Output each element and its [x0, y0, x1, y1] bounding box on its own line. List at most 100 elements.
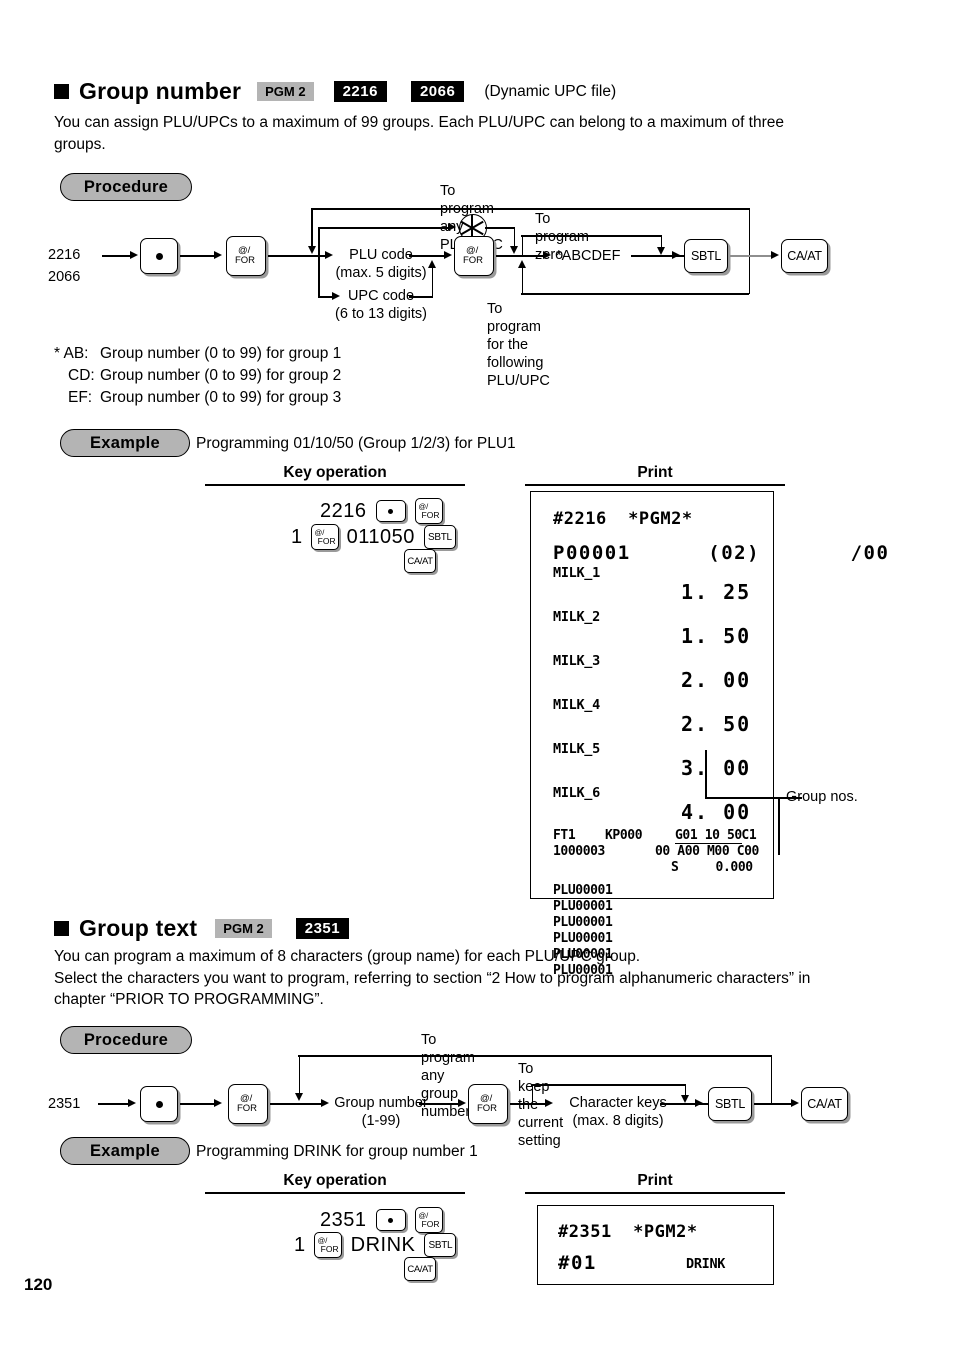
flow1-key-caat: CA/AT: [781, 239, 828, 273]
code-tag-2066: 2066: [410, 81, 465, 102]
receipt1-item-price-0: 1. 25: [681, 580, 752, 604]
legend-text-cd: Group number (0 to 99) for group 2: [100, 367, 342, 384]
callout-group-nos: Group nos.: [786, 789, 858, 805]
keyop1-key-at-for-1: @/ FOR: [414, 498, 443, 524]
receipt1-ft-left: FT1 KP000: [553, 828, 643, 843]
keyop1-code: 2216: [320, 499, 367, 522]
example-text-1: Programming 01/10/50 (Group 1/2/3) for P…: [196, 435, 516, 452]
col-header-keyop-2: Key operation: [283, 1172, 387, 1189]
receipt1-item-price-5: 4. 00: [681, 800, 752, 824]
receipt1-plu-repeat-0: PLU00001: [553, 883, 613, 898]
flow2-key-caat: CA/AT: [801, 1087, 848, 1121]
keyop1-lead: 1: [291, 525, 303, 548]
flow1-key-decimal: [140, 238, 178, 274]
receipt2-header: #2351 *PGM2*: [558, 1222, 698, 1242]
keyop1-key-at-for-2: @/ FOR: [310, 524, 339, 550]
flow2-key-sbtl: SBTL: [708, 1087, 752, 1121]
section-note: (Dynamic UPC file): [484, 82, 617, 100]
example-label-2: Example: [60, 1137, 190, 1165]
bullet-square-icon: [54, 84, 69, 99]
receipt1-item-price-1: 1. 50: [681, 624, 752, 648]
receipt1-group-nos: G01 10 50: [675, 828, 742, 844]
receipt1-code-left: 1000003: [553, 844, 605, 859]
col-header-print-1: Print: [637, 464, 673, 481]
col-header-print-2: Print: [637, 1172, 673, 1189]
receipt1-plu-repeat-2: PLU00001: [553, 915, 613, 930]
flow2-key-at-for-1: @/ FOR: [228, 1084, 268, 1124]
receipt1-item-name-3: MILK_4: [553, 697, 600, 713]
keyop2-key-decimal: [375, 1209, 406, 1231]
keyop2-key-sbtl: SBTL: [424, 1233, 457, 1257]
receipt1-code-right: 00 A00 M00 C00: [655, 844, 759, 859]
flow2-node-group-number: Group number (1-99): [334, 1095, 428, 1129]
receipt1-item-price-2: 2. 00: [681, 668, 752, 692]
example-label-1: Example: [60, 429, 190, 457]
flow1-start-2216: 2216: [48, 247, 81, 263]
decimal-dot-icon: [388, 1217, 393, 1223]
keyop2-key-at-for-2: @/ FOR: [313, 1232, 342, 1258]
code-tag-2351: 2351: [295, 918, 350, 939]
section-title: Group text: [79, 915, 198, 941]
receipt1-item-name-1: MILK_2: [553, 609, 600, 625]
keyop2-value: DRINK: [350, 1233, 416, 1256]
flow1-node-abcdef: *ABCDEF: [556, 248, 621, 264]
keyop2-key-caat: CA/AT: [404, 1257, 436, 1281]
flow1-key-at-for-1: @/ FOR: [226, 236, 266, 276]
keyop1-row3: CA/AT: [404, 549, 436, 573]
bullet-square-icon: [54, 921, 69, 936]
procedure-label-2: Procedure: [60, 1026, 192, 1054]
receipt1-plu-repeat-1: PLU00001: [553, 899, 613, 914]
flow1-key-sbtl: SBTL: [684, 239, 728, 273]
mode-tag-pgm2: PGM 2: [257, 82, 314, 101]
keyop2-row2: 1 @/ FOR DRINK SBTL: [294, 1232, 457, 1258]
flow1-node-plu-code: PLU code (max. 5 digits): [335, 247, 427, 281]
keyop1-key-sbtl: SBTL: [423, 525, 456, 549]
section-title: Group number: [79, 78, 242, 104]
keyop1-value: 011050: [346, 525, 415, 548]
mode-tag-pgm2: PGM 2: [215, 919, 272, 938]
keyop2-lead: 1: [294, 1233, 306, 1256]
section2-description: You can program a maximum of 8 character…: [54, 948, 811, 1008]
legend-text-ab: Group number (0 to 99) for group 1: [100, 345, 342, 362]
receipt1-item-price-3: 2. 50: [681, 712, 752, 736]
manual-page: Group number PGM 2 2216 2066 (Dynamic UP…: [0, 0, 954, 1349]
receipt1-plu-repeat-3: PLU00001: [553, 931, 613, 946]
keyop1-key-caat: CA/AT: [404, 549, 436, 573]
keyop1-key-decimal: [375, 500, 406, 522]
decimal-dot-icon: [388, 508, 393, 514]
receipt1-item-name-4: MILK_5: [553, 741, 600, 757]
keyop2-row3: CA/AT: [404, 1257, 436, 1281]
section1-description: You can assign PLU/UPCs to a maximum of …: [54, 114, 785, 153]
receipt1-ft-right-c: C1: [734, 828, 757, 843]
flow2-start: 2351: [48, 1096, 81, 1112]
receipt1-item-name-2: MILK_3: [553, 653, 600, 669]
keyop1-row2: 1 @/ FOR 011050 SBTL: [291, 524, 456, 550]
procedure-label-1: Procedure: [60, 173, 192, 201]
receipt-print-2: #2351 *PGM2* #01 DRINK: [537, 1205, 774, 1285]
keyop2-row1: 2351 @/ FOR: [320, 1207, 443, 1233]
flow2-node-character-keys: Character keys (max. 8 digits): [569, 1095, 667, 1129]
example-text-2: Programming DRINK for group number 1: [196, 1143, 478, 1160]
receipt1-item-name-0: MILK_1: [553, 565, 600, 581]
legend-text-ef: Group number (0 to 99) for group 3: [100, 389, 342, 406]
col-header-keyop-1: Key operation: [283, 464, 387, 481]
flow2-key-at-for-2: @/ FOR: [468, 1084, 508, 1124]
receipt2-group-no: #01: [558, 1252, 597, 1274]
receipt1-item-name-5: MILK_6: [553, 785, 600, 801]
keyop2-key-at-for-1: @/ FOR: [414, 1207, 443, 1233]
page-number: 120: [24, 1275, 53, 1294]
decimal-dot-icon: [155, 252, 163, 260]
section1-legend: * AB: Group number (0 to 99) for group 1…: [54, 343, 341, 409]
legend-code-ef: EF:: [68, 389, 93, 406]
receipt1-s-line: S 0.000: [671, 860, 753, 875]
flow1-key-at-for-2: @/ FOR: [454, 236, 494, 276]
decimal-dot-icon: [155, 1100, 163, 1108]
legend-code-ab: * AB:: [54, 345, 89, 362]
keyop2-code: 2351: [320, 1208, 367, 1231]
section-group-text-heading: Group text PGM 2 2351: [54, 915, 350, 942]
receipt1-plu-line: P00001 (02) /00: [553, 542, 890, 564]
key-for-label: FOR: [234, 255, 256, 266]
receipt1-header: #2216 *PGM2*: [553, 509, 693, 529]
section-group-number-heading: Group number PGM 2 2216 2066 (Dynamic UP…: [54, 78, 616, 105]
flow2-key-decimal: [140, 1086, 178, 1122]
